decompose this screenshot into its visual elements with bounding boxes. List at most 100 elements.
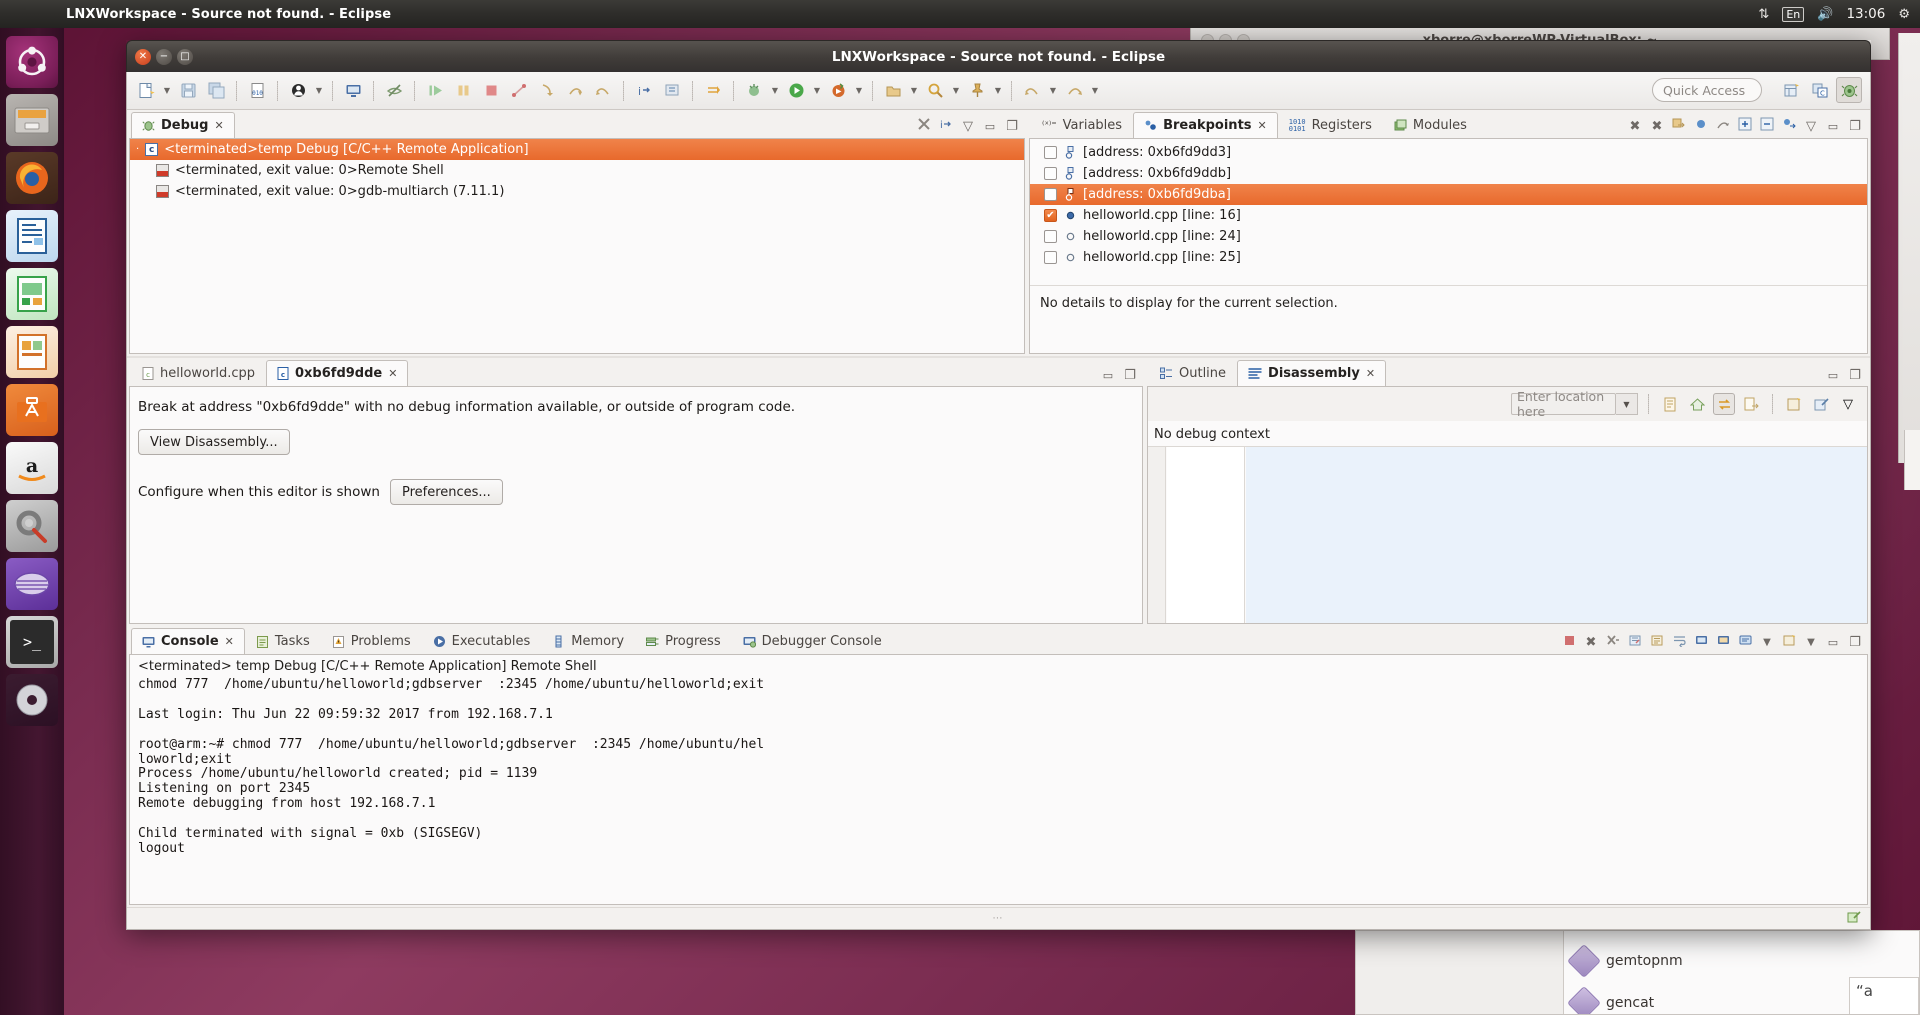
statusbar-drag-handle[interactable]: ⋯	[993, 913, 1005, 924]
chevron-down-icon[interactable]: ▼	[1616, 393, 1638, 415]
chevron-down-icon[interactable]: ▼	[161, 86, 173, 95]
terminate-icon[interactable]	[1561, 634, 1577, 651]
minimize-icon[interactable]: ▭	[1825, 120, 1841, 133]
clock[interactable]: 13:06	[1846, 6, 1885, 22]
collapse-all-icon[interactable]	[1759, 117, 1775, 135]
minimize-icon[interactable]: ▭	[1100, 369, 1116, 382]
open-type-icon[interactable]	[880, 78, 906, 104]
expand-toggle-icon[interactable]: ·	[136, 144, 139, 155]
symbols-icon[interactable]	[1740, 393, 1762, 415]
instruction-stepping-icon[interactable]: i	[631, 78, 657, 104]
remove-all-terminated-icon[interactable]	[1605, 634, 1621, 651]
launcher-item-libreoffice-writer[interactable]	[6, 210, 58, 262]
maximize-icon[interactable]: ❐	[1847, 119, 1863, 134]
debug-perspective-icon[interactable]	[1836, 77, 1862, 103]
chevron-down-icon[interactable]: ▼	[1759, 637, 1775, 648]
bottom-results-list[interactable]: gemtopnm gencat “a	[1355, 930, 1920, 1015]
launcher-item-eclipse[interactable]	[6, 558, 58, 610]
debug-tree-row[interactable]: · c <terminated>temp Debug [C/C++ Remote…	[130, 139, 1024, 160]
minimize-icon[interactable]: ▭	[982, 120, 998, 133]
maximize-icon[interactable]: ❐	[1847, 635, 1863, 650]
view-menu-icon[interactable]: ▽	[1803, 119, 1819, 134]
search-icon[interactable]	[922, 78, 948, 104]
view-menu-icon[interactable]: ▽	[1837, 393, 1859, 415]
show-console-on-output-icon[interactable]	[1693, 634, 1709, 651]
chevron-down-icon[interactable]: ▼	[992, 86, 1004, 95]
tab-disassembly[interactable]: Disassembly ✕	[1237, 360, 1387, 386]
drop-to-frame-icon[interactable]	[659, 78, 685, 104]
tab-memory[interactable]: Memory	[541, 628, 635, 654]
open-perspective-icon[interactable]	[1778, 77, 1804, 103]
chevron-down-icon[interactable]: ▼	[1047, 86, 1059, 95]
console-icon[interactable]	[340, 78, 366, 104]
home-icon[interactable]	[1686, 393, 1708, 415]
breakpoint-row[interactable]: [address: 0xb6fd9dba]	[1030, 184, 1867, 205]
quick-access-input[interactable]: Quick Access	[1652, 78, 1762, 102]
maximize-icon[interactable]: ❐	[1847, 368, 1863, 383]
save-all-icon[interactable]	[203, 78, 229, 104]
tab-progress[interactable]: Progress	[635, 628, 731, 654]
chevron-down-icon[interactable]: ▼	[1089, 86, 1101, 95]
remove-all-breakpoints-icon[interactable]: ✖	[1649, 119, 1665, 134]
new-file-icon[interactable]	[133, 78, 159, 104]
close-icon[interactable]: ✕	[214, 119, 223, 132]
breakpoint-row[interactable]: [address: 0xb6fd9ddb]	[1030, 163, 1867, 184]
tab-debug[interactable]: Debug ✕	[131, 112, 235, 138]
maximize-icon[interactable]: ❐	[1004, 119, 1020, 134]
launcher-item-amazon[interactable]: a	[6, 442, 58, 494]
toggle-source-icon[interactable]	[1713, 393, 1735, 415]
tab-breakpoints[interactable]: Breakpoints ✕	[1133, 112, 1278, 138]
preferences-button[interactable]: Preferences...	[389, 479, 503, 505]
breakpoint-checkbox[interactable]	[1044, 230, 1057, 243]
debug-run-icon[interactable]	[741, 78, 767, 104]
chevron-down-icon[interactable]: ▼	[769, 86, 781, 95]
chevron-down-icon[interactable]: ▼	[853, 86, 865, 95]
volume-icon[interactable]: 🔊	[1817, 7, 1833, 22]
disassembly-grid[interactable]	[1148, 446, 1867, 623]
step-over-icon[interactable]	[562, 78, 588, 104]
breakpoint-row[interactable]: [address: 0xb6fd9dd3]	[1030, 142, 1867, 163]
launcher-item-libreoffice-impress[interactable]	[6, 326, 58, 378]
save-icon[interactable]	[175, 78, 201, 104]
launcher-item-firefox[interactable]	[6, 152, 58, 204]
close-icon[interactable]: ✕	[1258, 119, 1267, 132]
list-item[interactable]: gencat	[1567, 986, 1654, 1014]
clear-console-icon[interactable]	[1627, 634, 1643, 651]
debug-tree[interactable]: · c <terminated>temp Debug [C/C++ Remote…	[129, 138, 1025, 354]
pin-console-icon[interactable]	[1715, 634, 1731, 651]
minimize-icon[interactable]: ▭	[1825, 369, 1841, 382]
launcher-item-disc[interactable]	[6, 674, 58, 726]
expand-all-icon[interactable]	[1737, 117, 1753, 135]
chevron-down-icon[interactable]: ▼	[1803, 637, 1819, 648]
breakpoint-checkbox[interactable]	[1044, 188, 1057, 201]
tab-registers[interactable]: 1010 0101 Registers	[1278, 112, 1383, 138]
close-icon[interactable]: ✕	[135, 48, 151, 65]
run-icon[interactable]	[783, 78, 809, 104]
breakpoints-list[interactable]: [address: 0xb6fd9dd3] [address: 0xb6fd9d…	[1030, 139, 1867, 268]
breakpoint-row[interactable]: ✔ helloworld.cpp [line: 16]	[1030, 205, 1867, 226]
cpp-perspective-icon[interactable]: C	[1807, 77, 1833, 103]
link-with-debug-view-icon[interactable]	[1671, 117, 1687, 135]
tab-problems[interactable]: Problems	[321, 628, 422, 654]
tab-address-editor[interactable]: c 0xb6fd9dde ✕	[266, 360, 409, 386]
open-console-icon[interactable]	[1781, 634, 1797, 651]
launcher-item-files[interactable]	[6, 94, 58, 146]
skip-breakpoints-icon[interactable]	[285, 78, 311, 104]
skip-all-breakpoints-icon[interactable]	[916, 117, 932, 135]
resume-icon[interactable]	[422, 78, 448, 104]
forward-icon[interactable]	[1061, 78, 1087, 104]
location-combo[interactable]: Enter location here ▼	[1511, 389, 1638, 419]
hide-icon[interactable]	[381, 78, 407, 104]
show-breakpoints-supported-icon[interactable]	[1693, 117, 1709, 135]
tab-variables[interactable]: ⁽ˣ⁾⁼ Variables	[1031, 112, 1133, 138]
tab-executables[interactable]: Executables	[422, 628, 542, 654]
step-into-icon[interactable]	[534, 78, 560, 104]
view-disassembly-button[interactable]: View Disassembly...	[138, 429, 290, 455]
step-return-icon[interactable]	[590, 78, 616, 104]
external-tools-icon[interactable]	[825, 78, 851, 104]
power-gear-icon[interactable]: ⚙	[1898, 7, 1910, 22]
eclipse-titlebar[interactable]: ✕ − □ LNXWorkspace - Source not found. -…	[126, 40, 1871, 72]
breakpoint-row[interactable]: helloworld.cpp [line: 25]	[1030, 247, 1867, 268]
debug-tree-row[interactable]: <terminated, exit value: 0>gdb-multiarch…	[130, 181, 1024, 202]
tab-tasks[interactable]: Tasks	[245, 628, 321, 654]
